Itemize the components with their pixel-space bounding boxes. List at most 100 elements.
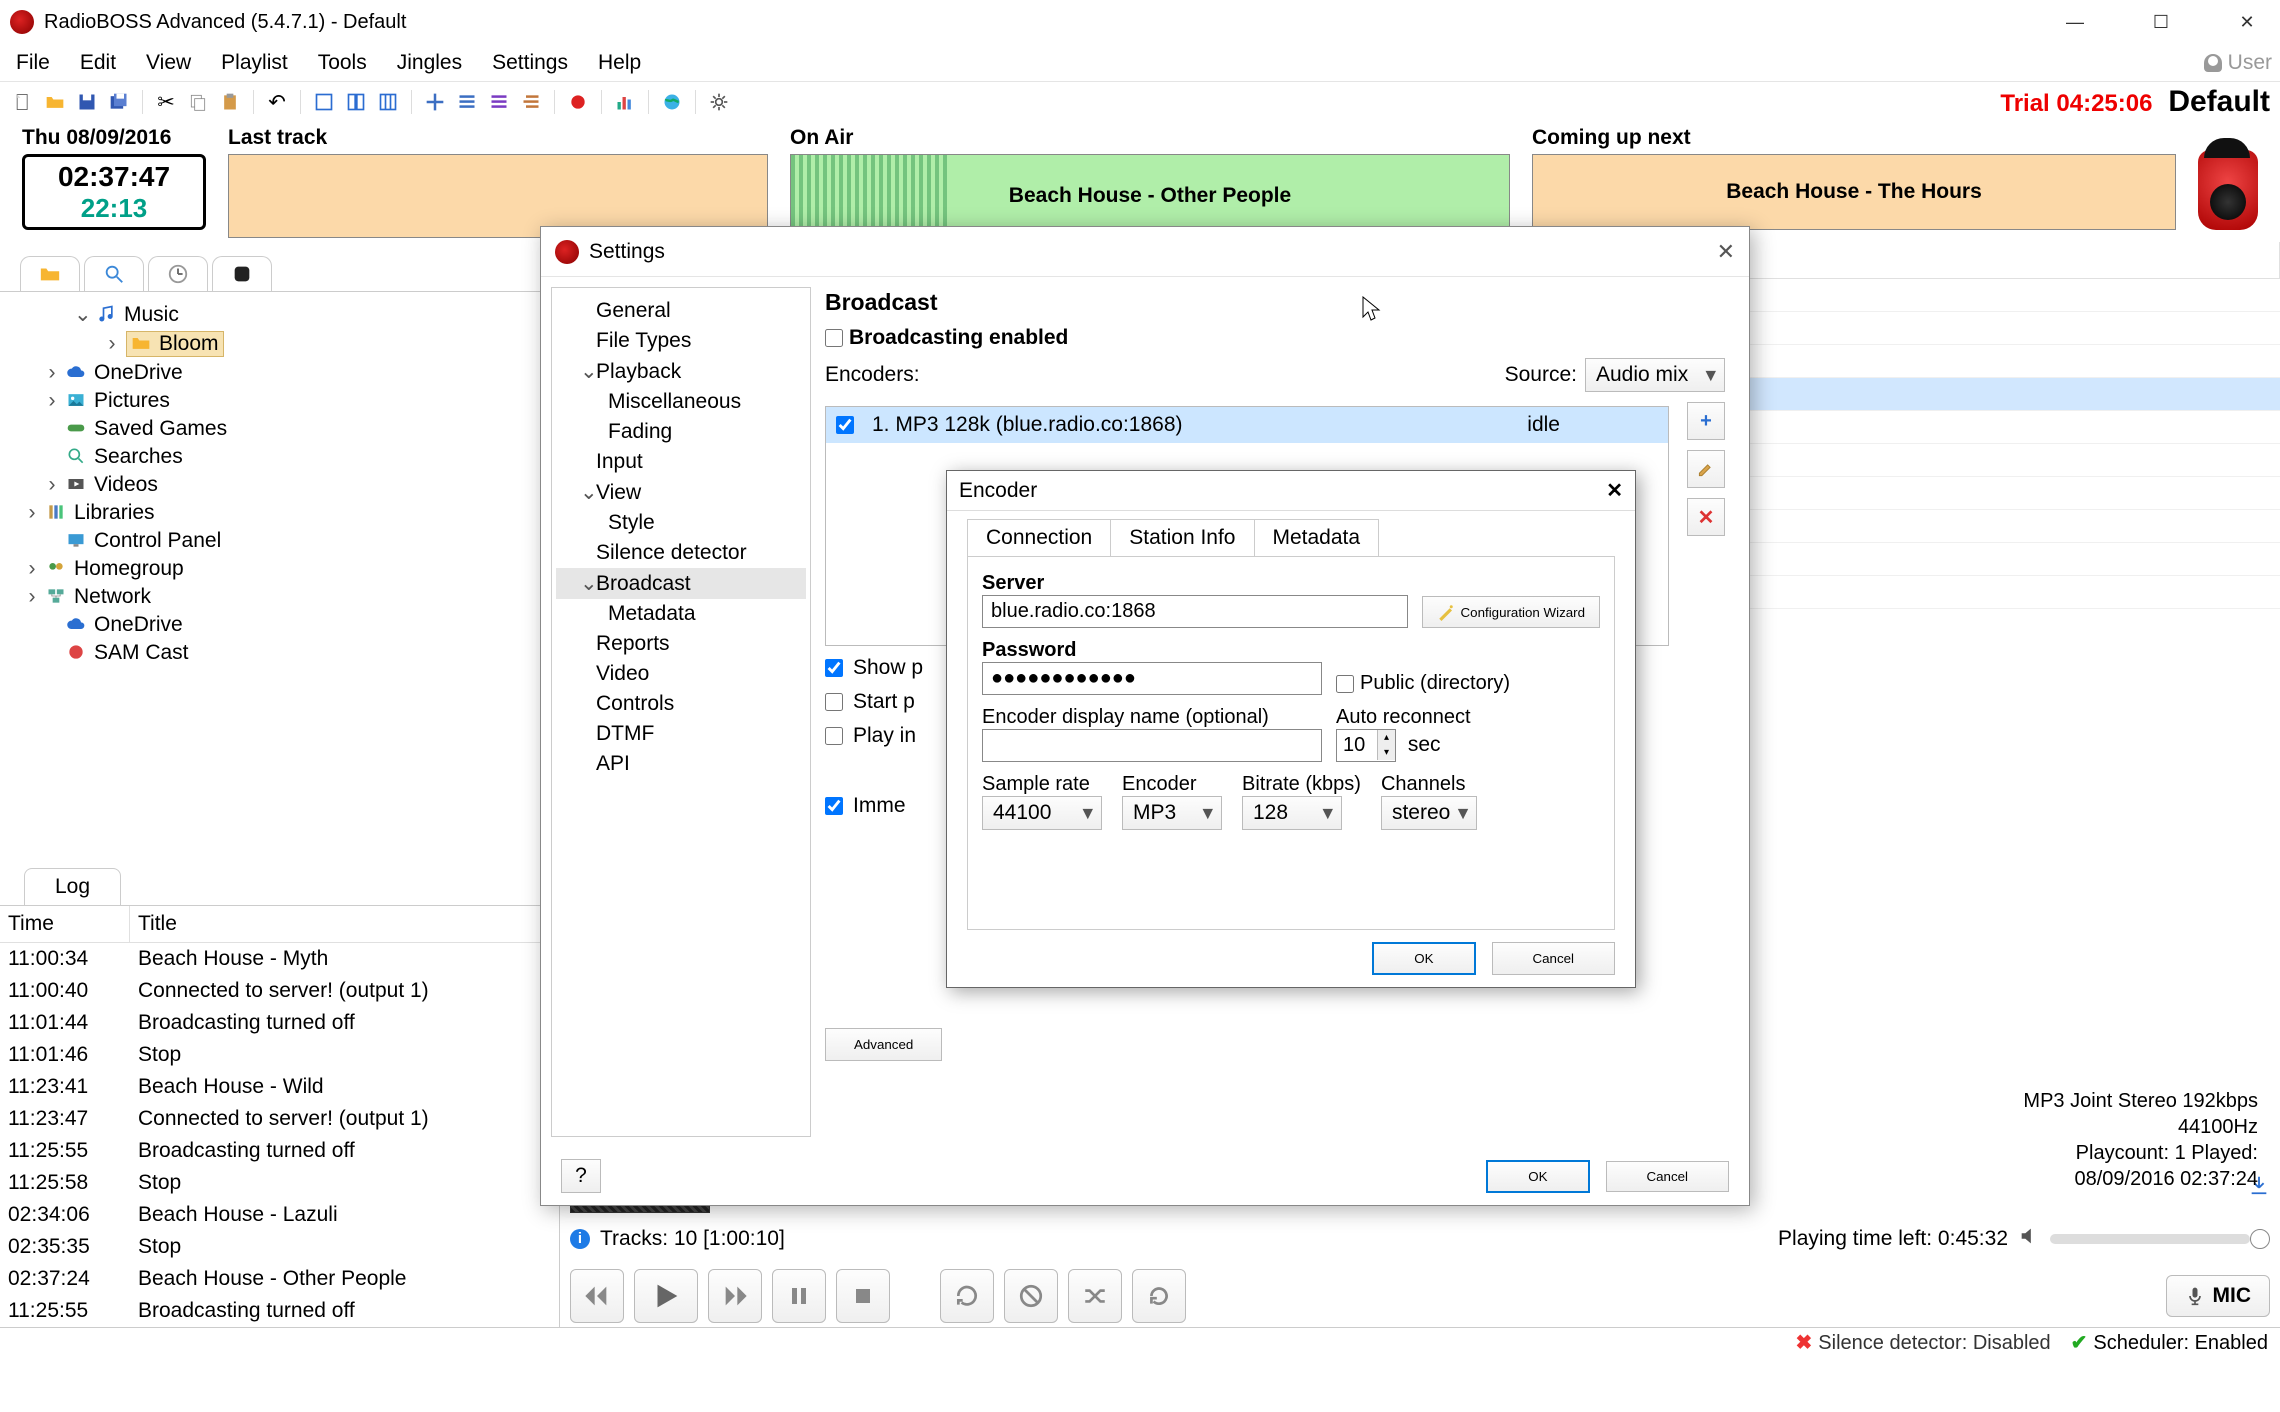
- settings-tree-item[interactable]: Video: [556, 659, 806, 689]
- menu-jingles[interactable]: Jingles: [389, 47, 470, 79]
- settings-tree-item[interactable]: Miscellaneous: [556, 387, 806, 417]
- log-row[interactable]: 11:23:41Beach House - Wild: [0, 1071, 559, 1103]
- user-menu[interactable]: User: [2204, 51, 2272, 75]
- menu-file[interactable]: File: [8, 47, 58, 79]
- encoder-delete-button[interactable]: ✕: [1687, 498, 1725, 536]
- settings-tree-item[interactable]: Fading: [556, 417, 806, 447]
- skip-button[interactable]: [1004, 1269, 1058, 1323]
- compose-icon[interactable]: [422, 89, 448, 115]
- menu-edit[interactable]: Edit: [72, 47, 124, 79]
- settings-tree-item[interactable]: Style: [556, 508, 806, 538]
- config-wizard-button[interactable]: Configuration Wizard: [1422, 596, 1600, 628]
- settings-tree-item[interactable]: Input: [556, 447, 806, 477]
- log-row[interactable]: 11:01:46Stop: [0, 1039, 559, 1071]
- play-in-checkbox[interactable]: [825, 727, 843, 745]
- settings-tree-item[interactable]: ⌄Broadcast: [556, 568, 806, 599]
- tree-item[interactable]: ›Videos: [4, 471, 555, 499]
- broadcasting-enabled-checkbox[interactable]: Broadcasting enabled: [825, 326, 1725, 350]
- layout2-icon[interactable]: [343, 89, 369, 115]
- layout1-icon[interactable]: [311, 89, 337, 115]
- mic-button[interactable]: MIC: [2166, 1275, 2271, 1317]
- settings-tree-item[interactable]: ⌄Playback: [556, 356, 806, 387]
- settings-tree-item[interactable]: Silence detector: [556, 538, 806, 568]
- tree-item[interactable]: OneDrive: [4, 611, 555, 639]
- menu-tools[interactable]: Tools: [310, 47, 375, 79]
- gear-icon[interactable]: [706, 89, 732, 115]
- menu-settings[interactable]: Settings: [484, 47, 576, 79]
- minimize-button[interactable]: —: [2052, 7, 2098, 37]
- encoder-edit-button[interactable]: [1687, 450, 1725, 488]
- public-checkbox[interactable]: Public (directory): [1336, 672, 1510, 695]
- tree-item[interactable]: ›Libraries: [4, 499, 555, 527]
- tree-item[interactable]: ›Pictures: [4, 387, 555, 415]
- settings-ok-button[interactable]: OK: [1486, 1160, 1589, 1193]
- settings-tree-item[interactable]: Metadata: [556, 599, 806, 629]
- close-button[interactable]: ✕: [2224, 7, 2270, 37]
- repeat-button[interactable]: [940, 1269, 994, 1323]
- log-row[interactable]: 11:00:34Beach House - Myth: [0, 943, 559, 975]
- spin-down[interactable]: ▾: [1377, 745, 1395, 760]
- settings-tree-item[interactable]: API: [556, 749, 806, 779]
- log-row[interactable]: 02:35:35Stop: [0, 1231, 559, 1263]
- stats-icon[interactable]: [612, 89, 638, 115]
- new-file-icon[interactable]: [10, 89, 36, 115]
- imme-checkbox[interactable]: [825, 797, 843, 815]
- encoder-row[interactable]: 1. MP3 128k (blue.radio.co:1868) idle: [826, 407, 1668, 443]
- log-body[interactable]: 11:00:34Beach House - Myth11:00:40Connec…: [0, 943, 559, 1327]
- encoder-titlebar[interactable]: Encoder ✕: [947, 471, 1635, 511]
- settings-tree-item[interactable]: Reports: [556, 629, 806, 659]
- reconnect-input[interactable]: [1337, 730, 1377, 761]
- tree-item[interactable]: SAM Cast: [4, 639, 555, 667]
- volume-icon[interactable]: [2018, 1225, 2040, 1253]
- settings-titlebar[interactable]: Settings ✕: [541, 227, 1749, 277]
- tree-item[interactable]: ›Bloom: [4, 329, 555, 359]
- settings-tree-item[interactable]: ⌄View: [556, 477, 806, 508]
- log-row[interactable]: 11:00:40Connected to server! (output 1): [0, 975, 559, 1007]
- list1-icon[interactable]: [454, 89, 480, 115]
- log-row[interactable]: 11:25:55Broadcasting turned off: [0, 1295, 559, 1327]
- encoder-type-select[interactable]: MP3: [1122, 796, 1222, 830]
- settings-tree-item[interactable]: Controls: [556, 689, 806, 719]
- display-name-input[interactable]: [982, 729, 1322, 762]
- tree-item[interactable]: ›Network: [4, 583, 555, 611]
- tab-cart[interactable]: [212, 256, 272, 291]
- maximize-button[interactable]: ☐: [2138, 7, 2184, 37]
- stop-button[interactable]: [836, 1269, 890, 1323]
- pause-button[interactable]: [772, 1269, 826, 1323]
- globe-icon[interactable]: [659, 89, 685, 115]
- tree-item[interactable]: Control Panel: [4, 527, 555, 555]
- encoder-cancel-button[interactable]: Cancel: [1492, 942, 1616, 975]
- bitrate-select[interactable]: 128: [1242, 796, 1342, 830]
- settings-close-button[interactable]: ✕: [1717, 239, 1735, 265]
- copy-icon[interactable]: [185, 89, 211, 115]
- log-row[interactable]: 11:25:58Stop: [0, 1167, 559, 1199]
- log-row[interactable]: 11:25:55Broadcasting turned off: [0, 1135, 559, 1167]
- tree-item[interactable]: Saved Games: [4, 415, 555, 443]
- encoder-ok-button[interactable]: OK: [1372, 942, 1475, 975]
- encoder-enabled-checkbox[interactable]: [836, 416, 854, 434]
- settings-tree-item[interactable]: File Types: [556, 326, 806, 356]
- settings-help-button[interactable]: ?: [561, 1159, 601, 1193]
- source-select[interactable]: Audio mix: [1585, 358, 1725, 392]
- open-folder-icon[interactable]: [42, 89, 68, 115]
- sample-rate-select[interactable]: 44100: [982, 796, 1102, 830]
- menu-playlist[interactable]: Playlist: [213, 47, 296, 79]
- encoder-add-button[interactable]: +: [1687, 402, 1725, 440]
- play-button[interactable]: [634, 1269, 698, 1323]
- tree-item[interactable]: ⌄Music: [4, 300, 555, 329]
- paste-icon[interactable]: [217, 89, 243, 115]
- log-row[interactable]: 11:01:44Broadcasting turned off: [0, 1007, 559, 1039]
- settings-cancel-button[interactable]: Cancel: [1606, 1161, 1730, 1192]
- tree-item[interactable]: Searches: [4, 443, 555, 471]
- log-row[interactable]: 11:23:47Connected to server! (output 1): [0, 1103, 559, 1135]
- log-row[interactable]: 02:37:24Beach House - Other People: [0, 1263, 559, 1295]
- shuffle-button[interactable]: [1068, 1269, 1122, 1323]
- server-input[interactable]: [982, 595, 1408, 628]
- refresh-button[interactable]: [1132, 1269, 1186, 1323]
- tab-search[interactable]: [84, 256, 144, 291]
- settings-tree[interactable]: GeneralFile Types⌄PlaybackMiscellaneousF…: [551, 287, 811, 1137]
- spin-up[interactable]: ▴: [1377, 730, 1395, 745]
- show-p-checkbox[interactable]: [825, 659, 843, 677]
- channels-select[interactable]: stereo: [1381, 796, 1477, 830]
- undo-icon[interactable]: ↶: [264, 89, 290, 115]
